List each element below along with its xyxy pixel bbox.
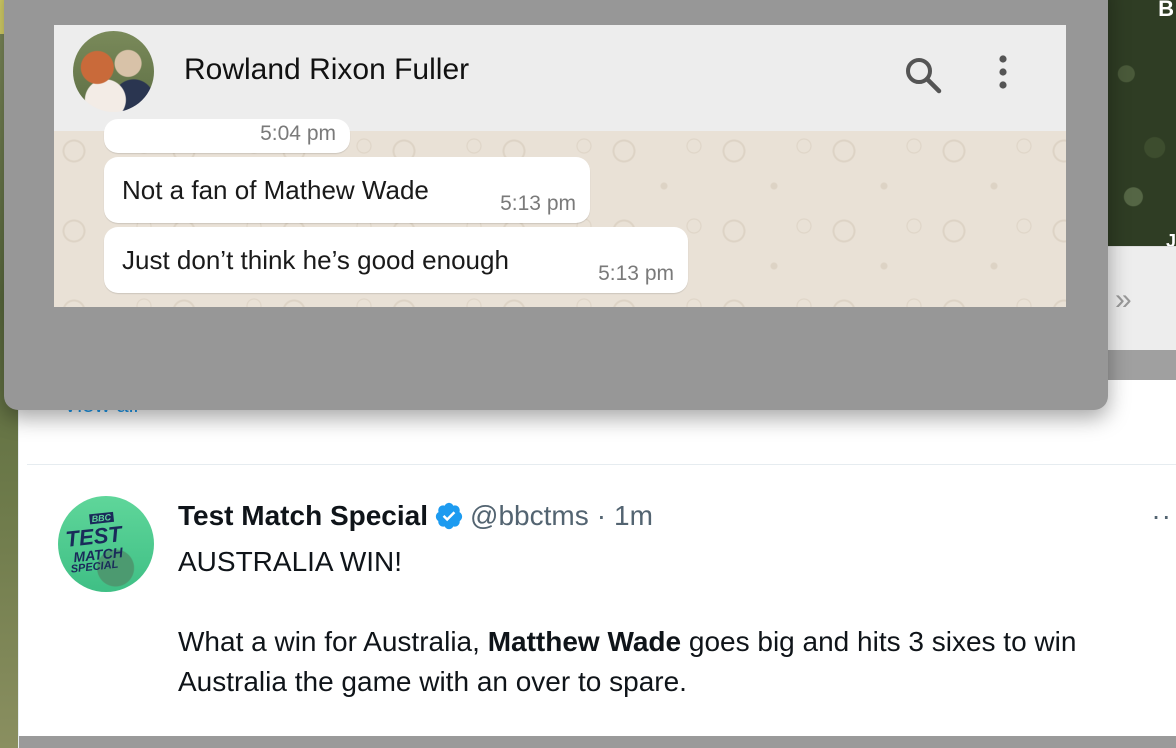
double-chevron-icon[interactable]: » <box>1115 283 1132 317</box>
background-panel: » <box>1105 246 1176 350</box>
background-letter: B <box>1158 0 1174 21</box>
twitter-timeline: View all BBC TEST MATCH SPECIAL Test Mat… <box>18 380 1176 748</box>
contact-avatar[interactable] <box>73 31 154 112</box>
timeline-divider <box>27 464 1176 465</box>
message-text: Just don’t think he’s good enough <box>122 245 509 275</box>
message-time: 5:13 pm <box>598 262 674 285</box>
whatsapp-popup-window: Rowland Rixon Fuller 5:04 pm Not a fan o… <box>4 0 1108 410</box>
tweet-timestamp[interactable]: 1m <box>614 500 653 532</box>
contact-name[interactable]: Rowland Rixon Fuller <box>184 53 469 87</box>
tweet-author-avatar[interactable]: BBC TEST MATCH SPECIAL <box>58 496 154 592</box>
more-options-icon[interactable]: ·· <box>1151 500 1172 532</box>
message-time: 5:13 pm <box>500 192 576 215</box>
bottom-strip <box>19 736 1176 748</box>
message-bubble[interactable]: Just don’t think he’s good enough 5:13 p… <box>104 227 688 293</box>
tweet-handle[interactable]: @bbctms <box>470 500 589 532</box>
message-bubble[interactable]: 5:04 pm <box>104 119 350 153</box>
desktop-background-right: B J <box>1105 0 1176 251</box>
separator-dot: · <box>596 500 607 531</box>
message-bubble[interactable]: Not a fan of Mathew Wade 5:13 pm <box>104 157 590 223</box>
tweet-line-2: What a win for Australia, Matthew Wade g… <box>178 622 1168 702</box>
chat-messages: 5:04 pm Not a fan of Mathew Wade 5:13 pm… <box>54 119 1066 307</box>
tweet-line-1: AUSTRALIA WIN! <box>178 546 403 577</box>
chat-header: Rowland Rixon Fuller <box>54 25 1066 131</box>
search-icon[interactable] <box>903 55 943 95</box>
verified-badge-icon <box>435 502 463 530</box>
message-text: Not a fan of Mathew Wade <box>122 175 429 205</box>
tms-logo: BBC TEST MATCH SPECIAL <box>63 507 126 576</box>
message-time: 5:04 pm <box>260 122 336 145</box>
tweet-line-2-prefix: What a win for Australia, <box>178 626 488 657</box>
tweet-text: AUSTRALIA WIN! What a win for Australia,… <box>178 542 1168 702</box>
tweet-author-name[interactable]: Test Match Special <box>178 500 428 532</box>
tweet-header: Test Match Special @bbctms · 1m <box>178 500 653 532</box>
tweet-bold-name: Matthew Wade <box>487 626 682 657</box>
chat-panel: Rowland Rixon Fuller 5:04 pm Not a fan o… <box>54 25 1066 307</box>
kebab-menu-icon[interactable] <box>988 53 1018 93</box>
